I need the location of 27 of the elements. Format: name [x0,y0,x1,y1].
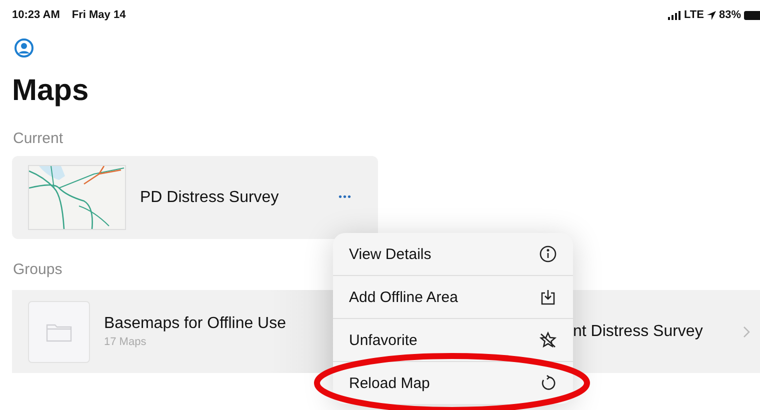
menu-item[interactable]: View Details [333,233,573,276]
download-icon [539,288,557,306]
profile-icon[interactable] [14,38,34,58]
map-card[interactable]: PD Distress Survey ••• [12,156,378,239]
signal-icon [668,10,681,20]
network-label: LTE [684,9,704,21]
group-name: Basemaps for Offline Use [104,315,286,333]
chevron-icon [743,326,750,338]
menu-item[interactable]: Unfavorite [333,319,573,362]
group-name: nt Distress Survey [573,322,703,340]
status-date: Fri May 14 [72,9,126,21]
map-count: 17 Maps [104,336,148,348]
location-arrow-icon [706,10,716,20]
map-name: PD Distress Survey [140,188,279,206]
info-icon [539,245,557,263]
status-time: 10:23 AM [12,9,60,21]
battery-percent: 83% [718,9,741,21]
more-button[interactable]: ••• [338,192,352,203]
battery-icon [744,10,760,20]
section-heading: Current [13,130,64,147]
menu-item[interactable]: Add Offline Area [333,276,573,319]
group-card[interactable]: Basemaps for Offline Use 17 Maps [12,290,334,373]
page-title: Maps [12,74,90,108]
section-heading: Groups [13,261,64,278]
reload-icon [539,374,557,392]
folder-icon [28,300,90,362]
star-slash-icon [539,331,557,349]
